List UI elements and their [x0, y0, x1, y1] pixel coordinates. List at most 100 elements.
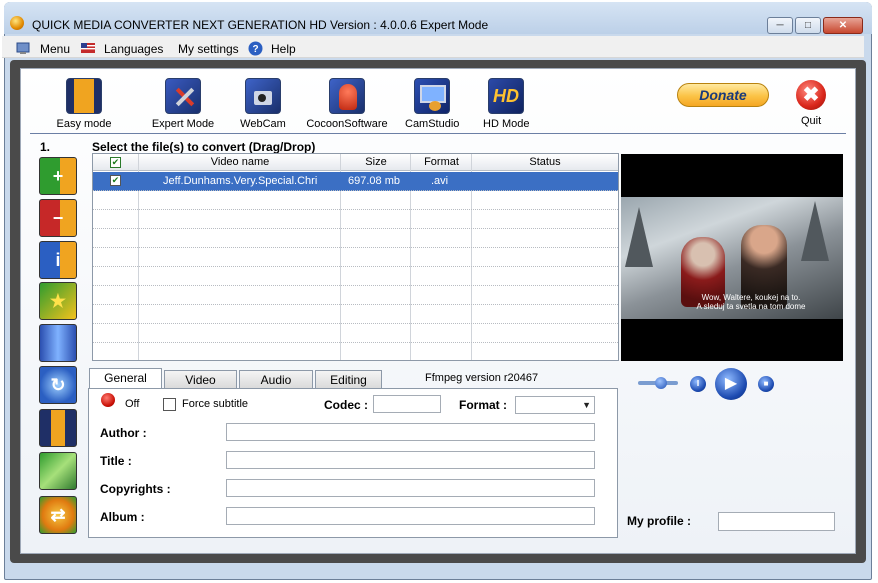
app-logo-icon [10, 16, 24, 30]
refresh-button[interactable]: ↻ [39, 366, 77, 404]
table-row-empty [93, 210, 618, 229]
tab-editing[interactable]: Editing [315, 370, 382, 389]
title-input[interactable] [226, 451, 595, 469]
author-label: Author : [100, 426, 147, 440]
tab-audio-options[interactable]: Audio Options [239, 370, 313, 405]
column-header-status[interactable]: Status [472, 156, 618, 168]
menu-item-my-settings[interactable]: My settings [178, 42, 239, 56]
album-input[interactable] [226, 507, 595, 525]
stop-button[interactable]: ■ [758, 376, 774, 392]
quit-icon[interactable]: ✖ [796, 80, 826, 110]
copyrights-label: Copyrights : [100, 482, 171, 496]
webcam-icon [245, 78, 281, 114]
album-label: Album : [100, 510, 145, 524]
my-profile-label: My profile : [627, 514, 692, 528]
cocoon-icon [329, 78, 365, 114]
minimize-button[interactable]: ─ [767, 17, 793, 34]
folder-video-icon [40, 453, 76, 489]
video-preview: Wow, Waltere, koukej na to. A sleduj ta … [621, 154, 843, 361]
camstudio-icon [414, 78, 450, 114]
row-checkbox[interactable]: ✔ [110, 175, 121, 186]
title-label: Title : [100, 454, 132, 468]
window-title: QUICK MEDIA CONVERTER NEXT GENERATION HD… [32, 18, 489, 32]
video-subtitle: Wow, Waltere, koukej na to. A sleduj ta … [661, 293, 841, 311]
menu-item-help[interactable]: Help [271, 42, 296, 56]
table-row-empty [93, 324, 618, 343]
tab-general-infos[interactable]: General infos [89, 368, 162, 403]
format-select[interactable]: ▼ [515, 396, 595, 414]
folder-video-button[interactable] [39, 452, 77, 490]
file-list-table[interactable]: ✔ Video name Size Format Status ✔ Jeff.D… [92, 153, 619, 361]
quit-label[interactable]: Quit [801, 115, 821, 127]
toolbar-label: CamStudio [405, 118, 460, 130]
author-input[interactable] [226, 423, 595, 441]
force-subtitle-label[interactable]: Force subtitle [182, 398, 248, 410]
subtitle-line: Wow, Waltere, koukej na to. [701, 293, 801, 302]
hd-icon: HD [488, 78, 524, 114]
select-all-checkbox[interactable]: ✔ [110, 157, 121, 168]
toolbar-label: HD Mode [483, 118, 530, 130]
remove-file-icon: − [52, 208, 64, 228]
table-row-empty [93, 229, 618, 248]
subtitle-line: A sleduj ta svetla na tom dome [696, 302, 806, 311]
convert-button[interactable]: ⇄ [39, 496, 77, 534]
my-profile-input[interactable] [718, 512, 835, 531]
select-files-label: Select the file(s) to convert (Drag/Drop… [92, 140, 316, 154]
size-cell: 697.08 mb [348, 175, 400, 187]
column-header-format[interactable]: Format [411, 156, 472, 168]
table-row-empty [93, 286, 618, 305]
video-name-cell: Jeff.Dunhams.Very.Special.Chri [163, 175, 318, 187]
svg-text:?: ? [252, 44, 258, 55]
donate-button[interactable]: Donate [677, 83, 769, 107]
chevron-down-icon: ▼ [582, 400, 591, 410]
tree-shape [801, 201, 829, 261]
table-row-empty [93, 191, 618, 210]
refresh-icon: ↻ [50, 375, 66, 395]
toolbar-label: Expert Mode [151, 118, 215, 130]
menu-icon [16, 42, 30, 54]
table-row[interactable]: ✔ Jeff.Dunhams.Very.Special.Chri 697.08 … [93, 172, 618, 191]
play-button[interactable]: ▶ [715, 368, 747, 400]
toolbar-expert-mode[interactable]: Expert Mode [151, 78, 215, 130]
convert-icon: ⇄ [50, 505, 66, 525]
toolbar-divider [30, 133, 846, 134]
close-button[interactable]: ✕ [823, 17, 863, 34]
codec-input[interactable] [373, 395, 441, 413]
table-header: ✔ Video name Size Format Status [93, 154, 618, 171]
volume-slider-handle[interactable] [655, 377, 667, 389]
film-button[interactable] [39, 409, 77, 447]
menu-item-menu[interactable]: Menu [40, 42, 70, 56]
tree-shape [625, 207, 653, 267]
book-button[interactable] [39, 324, 77, 362]
book-icon [40, 325, 76, 361]
column-header-video-name[interactable]: Video name [139, 156, 341, 168]
add-favorite-button[interactable]: ★ [39, 282, 77, 320]
toolbar-cocoonsoftware[interactable]: CocoonSoftware [305, 78, 389, 130]
toolbar-label: Easy mode [56, 118, 112, 130]
table-row-empty [93, 305, 618, 324]
add-file-button[interactable]: + [39, 157, 77, 195]
film-icon [40, 410, 76, 446]
toolbar-label: CocoonSoftware [306, 118, 388, 130]
toolbar-webcam[interactable]: WebCam [240, 78, 286, 130]
toolbar-camstudio[interactable]: CamStudio [405, 78, 459, 130]
tools-icon [165, 78, 201, 114]
menu-item-languages[interactable]: Languages [104, 42, 163, 56]
film-reel-icon [66, 78, 102, 114]
tab-video-options[interactable]: Video Options [164, 370, 237, 405]
toolbar-easy-mode[interactable]: Easy mode [56, 78, 112, 130]
format-cell: .avi [431, 175, 449, 187]
remove-file-button[interactable]: − [39, 199, 77, 237]
status-off-label: Off [125, 398, 140, 410]
step-number: 1. [40, 140, 51, 154]
toolbar-hd-mode[interactable]: HD HD Mode [483, 78, 529, 130]
pause-button[interactable]: ‖ [690, 376, 706, 392]
help-icon: ? [248, 41, 263, 56]
table-row-empty [93, 248, 618, 267]
copyrights-input[interactable] [226, 479, 595, 497]
info-button[interactable]: i [39, 241, 77, 279]
column-header-size[interactable]: Size [341, 156, 411, 168]
force-subtitle-checkbox[interactable] [163, 398, 176, 411]
maximize-button[interactable]: □ [795, 17, 821, 34]
format-label: Format : [459, 398, 507, 412]
